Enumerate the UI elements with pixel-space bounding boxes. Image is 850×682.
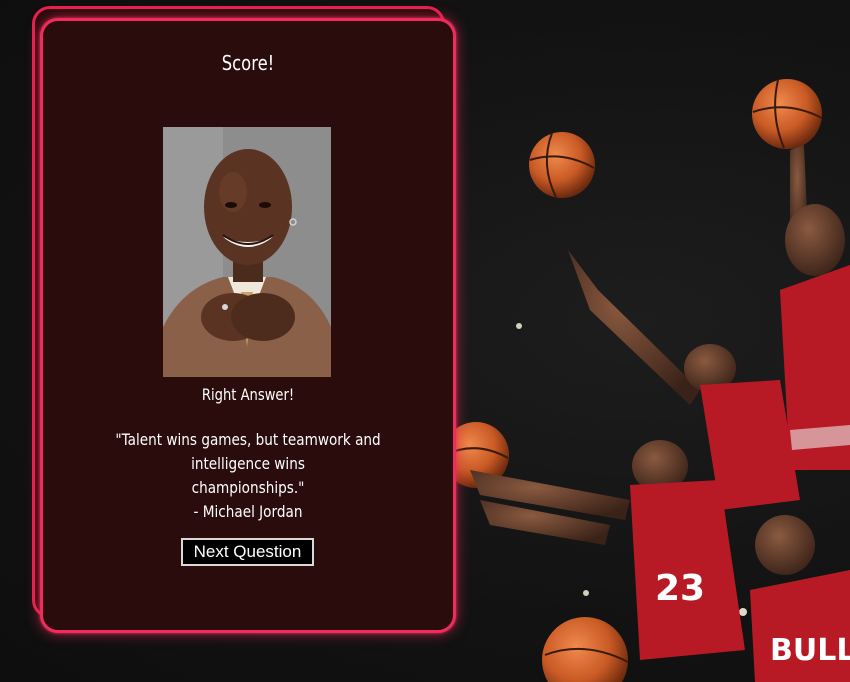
next-question-button[interactable]: Next Question <box>181 538 314 566</box>
quote-block: "Talent wins games, but teamwork and int… <box>63 428 433 524</box>
quote-line: championships." <box>191 478 305 497</box>
player-bottom-right: BULLS <box>750 515 850 682</box>
svg-text:BULLS: BULLS <box>770 633 850 668</box>
player-top-right <box>780 145 850 470</box>
quote-attribution: - Michael Jordan <box>193 502 303 521</box>
result-card: Score! Right Answer! "Talent wins games,… <box>40 18 456 633</box>
basketball-icon <box>542 617 629 682</box>
player-portrait <box>163 127 331 377</box>
basketball-icon <box>529 132 595 198</box>
score-title: Score! <box>221 51 275 75</box>
svg-text:23: 23 <box>655 568 705 609</box>
answer-result: Right Answer! <box>201 385 295 404</box>
basketball-icon <box>752 79 823 149</box>
quote-line: "Talent wins games, but teamwork and int… <box>115 430 381 473</box>
